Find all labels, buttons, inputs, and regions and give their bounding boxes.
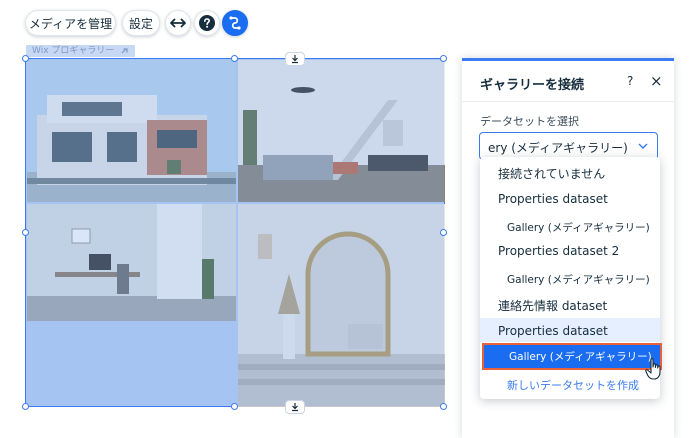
panel-help-button[interactable]: ?	[627, 74, 633, 88]
dropdown-item-gallery[interactable]: Gallery (メディアギャラリー)	[480, 220, 660, 235]
resize-handle-top-right[interactable]	[440, 55, 447, 62]
panel-close-button[interactable]: ×	[650, 72, 663, 90]
settings-button[interactable]: 設定	[122, 10, 160, 36]
dataset-label: データセットを選択	[480, 115, 579, 128]
dropdown-item-label: 接続されていません	[498, 167, 606, 181]
dropdown-item-label: Properties dataset	[498, 192, 608, 206]
dataset-select-value: ery (メディアギャラリー)	[488, 141, 628, 155]
resize-handle-left[interactable]	[22, 229, 29, 236]
manage-media-button[interactable]: メディアを管理	[25, 10, 116, 36]
resize-handle-bottom-left[interactable]	[22, 403, 29, 410]
download-icon	[292, 403, 298, 412]
panel-title: ギャラリーを接続	[480, 78, 585, 93]
horizontal-arrows-icon	[170, 18, 186, 28]
dropdown-item-label: Gallery (メディアギャラリー)	[509, 351, 652, 363]
create-dataset-label: 新しいデータセットを作成	[507, 379, 639, 392]
dropdown-item-label: 連絡先情報 dataset	[498, 299, 608, 313]
dropdown-item-dataset[interactable]: Properties dataset 2	[480, 244, 660, 258]
dropdown-item-dataset-hover[interactable]: Properties dataset	[480, 318, 660, 342]
create-dataset-link[interactable]: 新しいデータセットを作成	[480, 377, 660, 393]
element-name-label: Wix プロギャラリー	[32, 46, 115, 56]
gallery-image-house[interactable]	[27, 60, 236, 202]
settings-label: 設定	[128, 16, 153, 31]
dataset-select[interactable]: ery (メディアギャラリー)	[479, 132, 658, 160]
gallery-image-office[interactable]	[27, 204, 236, 321]
download-top-chip[interactable]	[285, 52, 305, 66]
help-button[interactable]	[194, 10, 220, 36]
dropdown-item-label: Gallery (メディアギャラリー)	[507, 222, 650, 234]
gallery-image-living-room[interactable]	[238, 60, 445, 202]
resize-handle-top-left[interactable]	[22, 55, 29, 62]
connect-data-button[interactable]	[222, 10, 248, 36]
question-circle-icon	[199, 15, 215, 31]
resize-handle-bottom-right[interactable]	[440, 403, 447, 410]
dropdown-item-label: Gallery (メディアギャラリー)	[507, 274, 650, 286]
panel-divider	[462, 101, 674, 102]
chevron-down-icon	[638, 143, 648, 149]
stretch-button[interactable]	[165, 10, 191, 36]
resize-handle-top[interactable]	[231, 55, 238, 62]
dropdown-item-label: Properties dataset	[498, 324, 608, 338]
hand-cursor-icon	[645, 358, 661, 380]
dropdown-item-not-connected[interactable]: 接続されていません	[480, 165, 660, 182]
pro-gallery[interactable]	[22, 52, 447, 414]
dropdown-item-gallery[interactable]: Gallery (メディアギャラリー)	[480, 272, 660, 287]
manage-media-label: メディアを管理	[28, 16, 113, 31]
element-name-tag[interactable]: Wix プロギャラリー	[26, 45, 136, 57]
resize-handle-bottom[interactable]	[231, 403, 238, 410]
dropdown-item-dataset[interactable]: Properties dataset	[480, 192, 660, 206]
link-icon	[121, 47, 128, 53]
dropdown-item-dataset[interactable]: 連絡先情報 dataset	[480, 297, 660, 314]
resize-handle-right[interactable]	[440, 229, 447, 236]
download-icon	[292, 55, 298, 64]
dropdown-item-label: Properties dataset 2	[498, 244, 620, 258]
dropdown-item-gallery-selected[interactable]: Gallery (メディアギャラリー)	[482, 343, 662, 370]
connect-data-icon	[229, 16, 241, 30]
gallery-image-bedroom[interactable]	[238, 204, 445, 407]
download-bottom-chip[interactable]	[285, 400, 305, 414]
